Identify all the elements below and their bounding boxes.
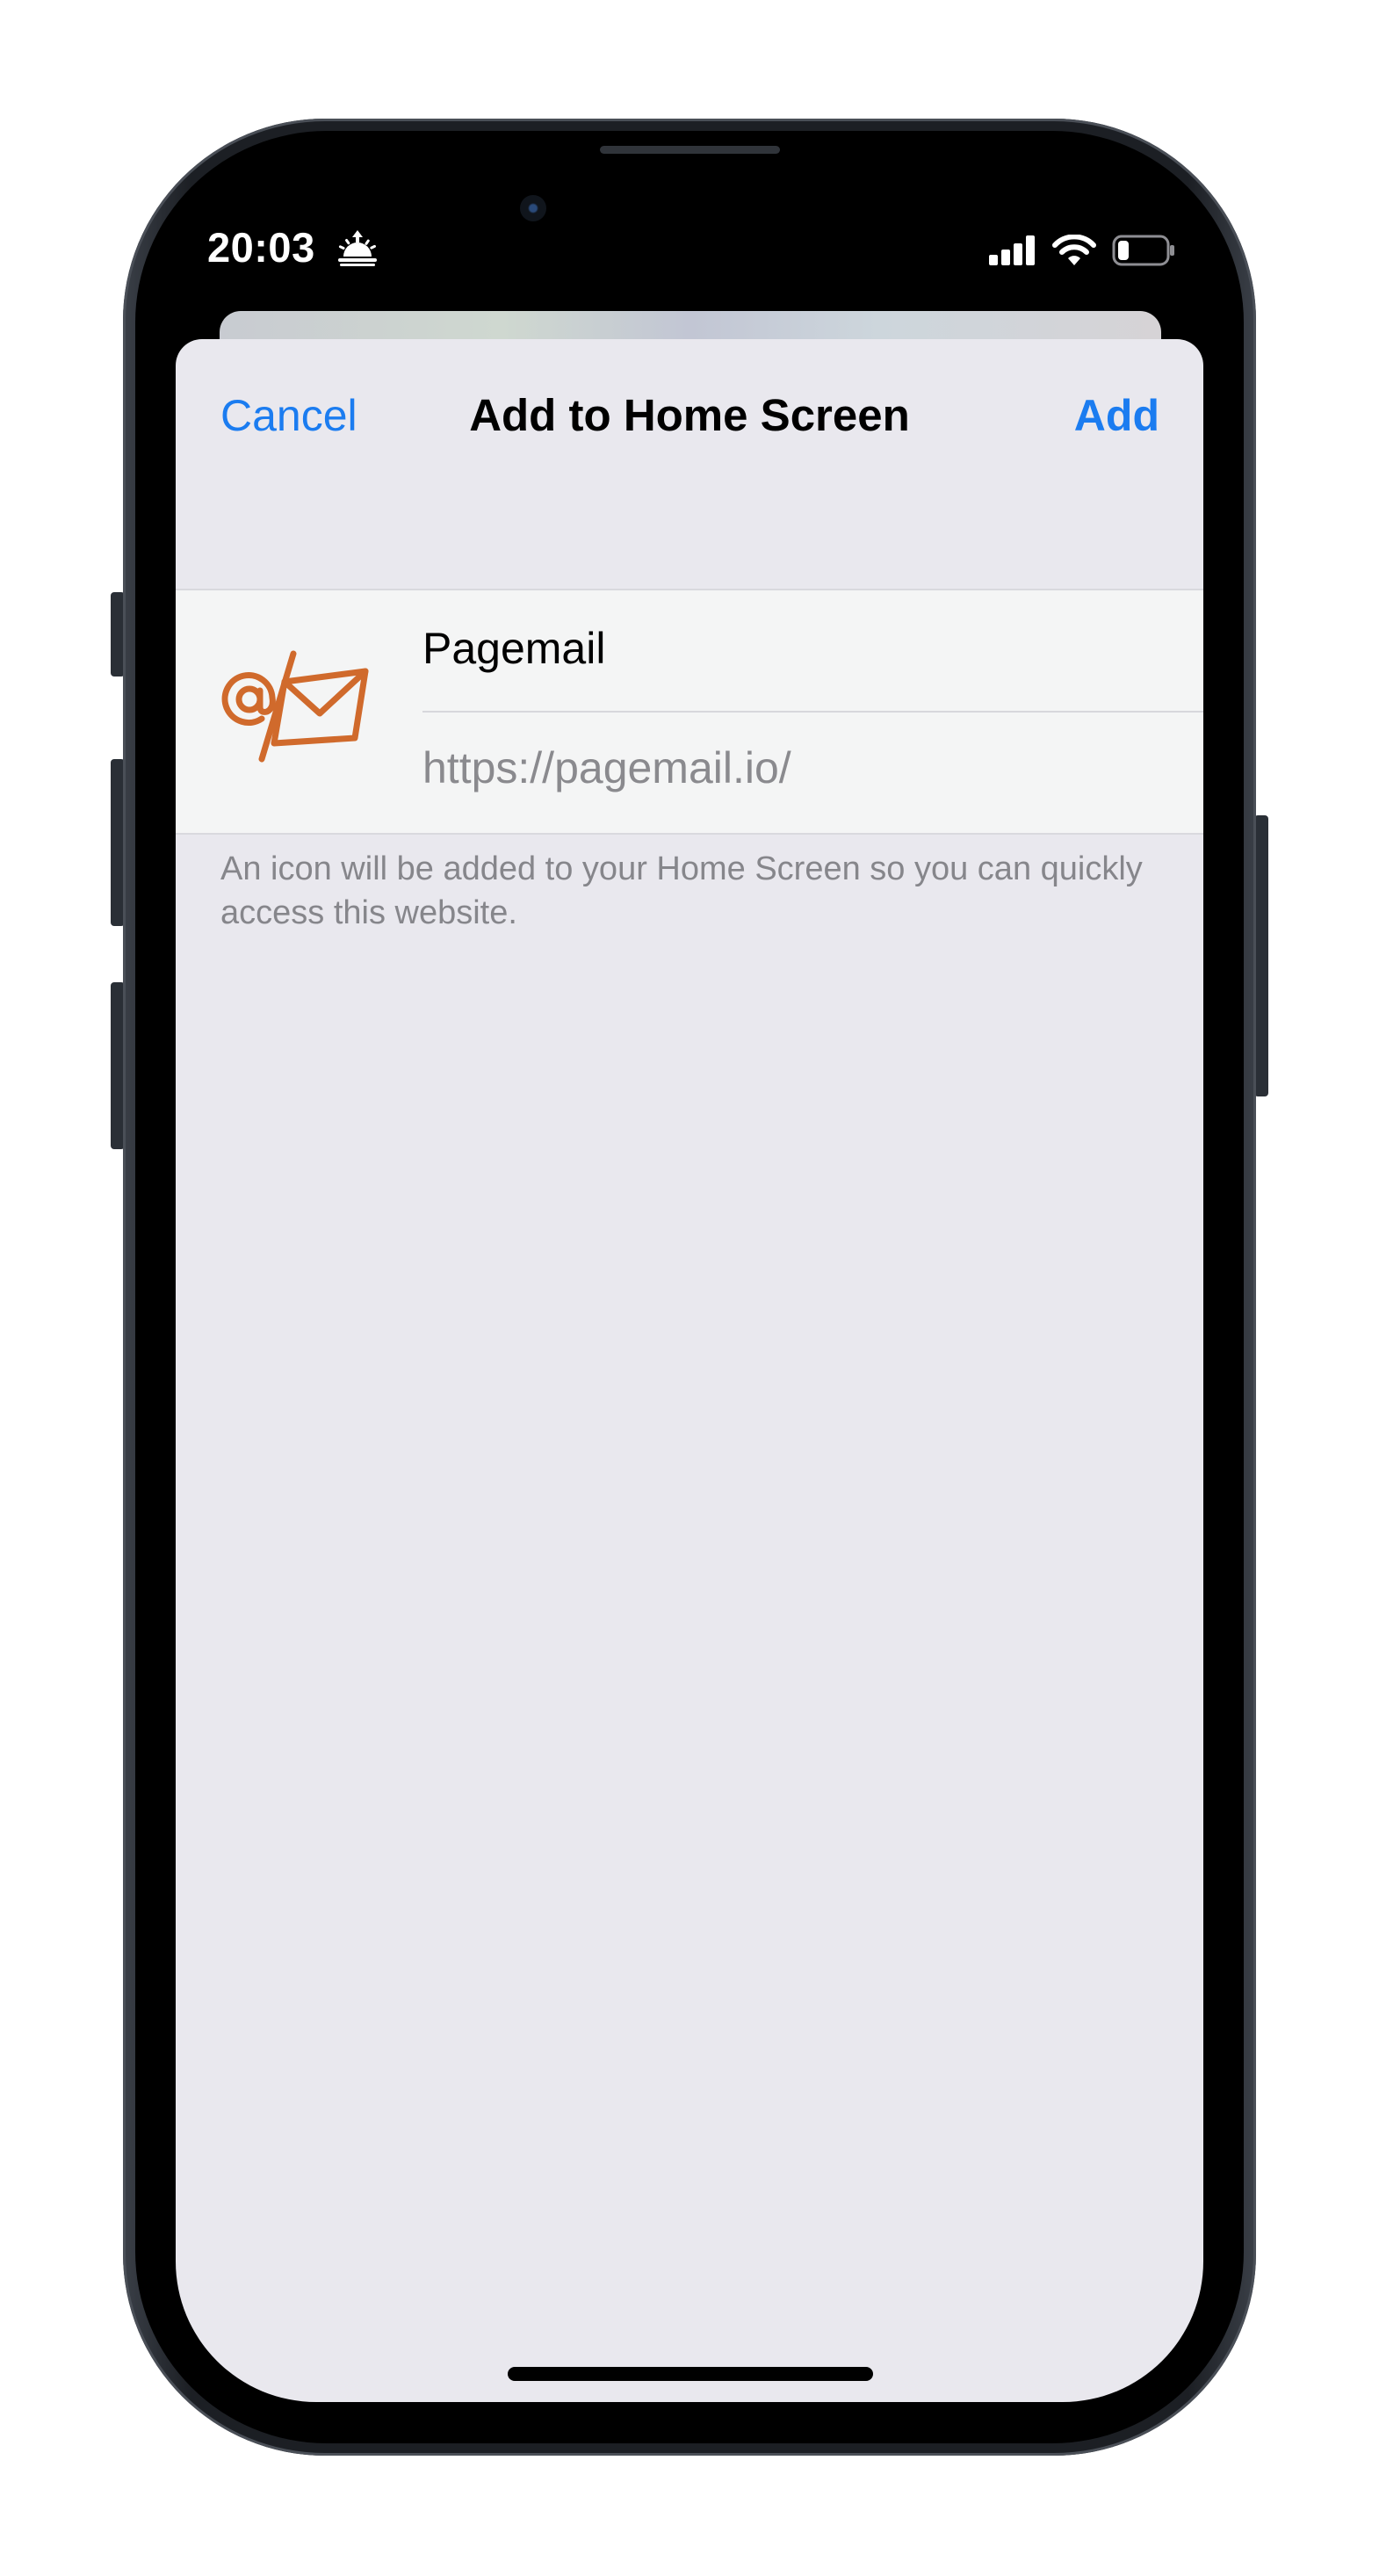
cancel-button[interactable]: Cancel [220, 387, 357, 444]
home-indicator[interactable] [508, 2367, 873, 2381]
sunrise-icon [338, 230, 377, 266]
pagemail-logo-icon [221, 650, 369, 763]
url-field: https://pagemail.io/ [422, 743, 791, 792]
power-button [1254, 815, 1268, 1096]
cellular-signal-icon [989, 235, 1035, 265]
status-time: 20:03 [207, 224, 315, 271]
front-camera [520, 195, 546, 221]
status-indicators [989, 232, 1175, 269]
wifi-icon [1052, 235, 1096, 265]
field-divider [422, 711, 1203, 713]
add-to-home-screen-sheet: Cancel Add to Home Screen Add Pagemail h… [176, 339, 1203, 2402]
name-field[interactable]: Pagemail [422, 620, 605, 677]
earpiece-speaker [600, 146, 780, 154]
bookmark-details-group: Pagemail https://pagemail.io/ [176, 589, 1203, 835]
battery-icon [1112, 235, 1174, 266]
add-button[interactable]: Add [1074, 387, 1159, 444]
device-mockup: 20:03 Cancel Add to Home Screen Add Page… [0, 0, 1379, 2576]
footnote-text: An icon will be added to your Home Scree… [220, 850, 1143, 931]
